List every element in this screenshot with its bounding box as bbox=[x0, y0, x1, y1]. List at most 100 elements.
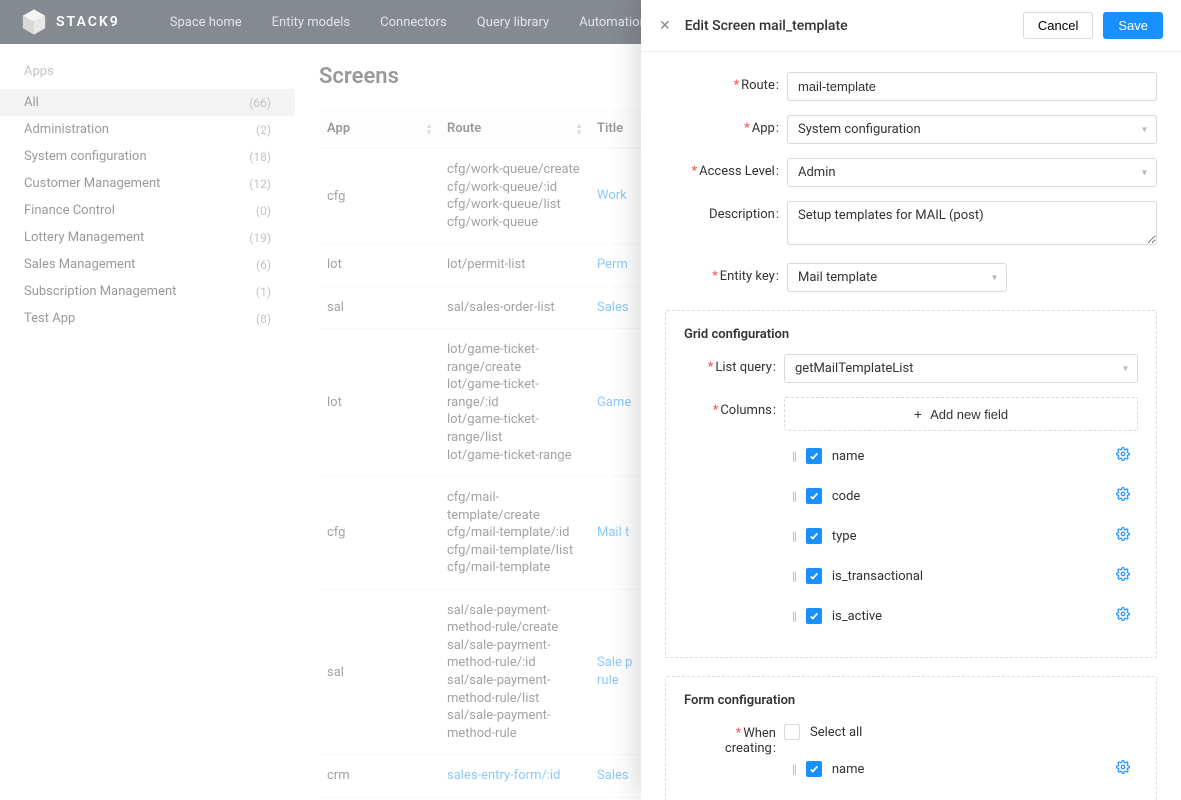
cell-route: sal/sale-payment-method-rule/createsal/s… bbox=[439, 589, 589, 754]
sidebar-item[interactable]: All(66) bbox=[0, 89, 295, 116]
entity-select[interactable]: Mail template bbox=[787, 263, 1007, 292]
sidebar-item[interactable]: System configuration (18) bbox=[0, 143, 295, 170]
route-input[interactable] bbox=[787, 72, 1157, 101]
sidebar-item-count: (19) bbox=[249, 231, 271, 245]
column-field-item[interactable]: || code bbox=[784, 479, 1138, 513]
field-name-label: type bbox=[832, 529, 1116, 544]
gear-icon[interactable] bbox=[1116, 487, 1130, 505]
sidebar: Apps All(66)Administration(2)System conf… bbox=[0, 44, 295, 800]
logo-text: STACK9 bbox=[56, 14, 120, 30]
nav-item[interactable]: Connectors bbox=[380, 15, 447, 30]
logo: STACK9 bbox=[20, 8, 120, 36]
field-name-label: is_transactional bbox=[832, 569, 1116, 584]
gear-icon[interactable] bbox=[1116, 760, 1130, 778]
drag-handle-icon[interactable]: || bbox=[792, 569, 796, 583]
field-checkbox[interactable] bbox=[806, 488, 822, 504]
sidebar-item[interactable]: Subscription Management(1) bbox=[0, 278, 295, 305]
cell-app: cfg bbox=[319, 149, 439, 244]
when-creating-label: *When creating bbox=[684, 720, 784, 756]
column-field-item[interactable]: ||code bbox=[784, 792, 1138, 800]
field-checkbox[interactable] bbox=[806, 608, 822, 624]
column-field-item[interactable]: || name bbox=[784, 752, 1138, 786]
drag-handle-icon[interactable]: || bbox=[792, 489, 796, 503]
add-field-button[interactable]: + Add new field bbox=[784, 397, 1138, 431]
col-header-route[interactable]: Route ▲▼ bbox=[439, 109, 589, 149]
save-button[interactable]: Save bbox=[1103, 12, 1163, 39]
sidebar-item-count: (2) bbox=[256, 123, 271, 137]
sidebar-item-count: (18) bbox=[249, 150, 271, 164]
drag-handle-icon[interactable]: || bbox=[792, 529, 796, 543]
sidebar-item-label: Test App bbox=[24, 311, 75, 326]
logo-cube-icon bbox=[20, 8, 48, 36]
sidebar-item-label: Sales Management bbox=[24, 257, 135, 272]
sidebar-item-label: All bbox=[24, 95, 39, 110]
sidebar-item[interactable]: Finance Control(0) bbox=[0, 197, 295, 224]
drag-handle-icon[interactable]: || bbox=[792, 609, 796, 623]
app-select[interactable]: System configuration bbox=[787, 115, 1157, 144]
gear-icon[interactable] bbox=[1116, 447, 1130, 465]
gear-icon[interactable] bbox=[1116, 607, 1130, 625]
form-config-section: Form configuration *When creating Select… bbox=[665, 676, 1157, 800]
gear-icon[interactable] bbox=[1116, 567, 1130, 585]
edit-drawer: ✕ Edit Screen mail_template Cancel Save … bbox=[641, 0, 1181, 800]
select-all-checkbox[interactable] bbox=[784, 724, 800, 740]
column-field-item[interactable]: || type bbox=[784, 519, 1138, 553]
sidebar-item-count: (8) bbox=[256, 312, 271, 326]
sidebar-item-label: System configuration bbox=[24, 149, 147, 164]
sidebar-item[interactable]: Sales Management(6) bbox=[0, 251, 295, 278]
drawer-header: ✕ Edit Screen mail_template Cancel Save bbox=[641, 0, 1181, 52]
sidebar-item-count: (12) bbox=[249, 177, 271, 191]
nav-item[interactable]: Space home bbox=[170, 15, 242, 30]
access-label: *Access Level bbox=[665, 158, 787, 179]
field-checkbox[interactable] bbox=[806, 761, 822, 777]
cell-route: cfg/mail-template/createcfg/mail-templat… bbox=[439, 477, 589, 590]
grid-config-section: Grid configuration *List query getMailTe… bbox=[665, 310, 1157, 658]
access-select[interactable]: Admin bbox=[787, 158, 1157, 187]
sidebar-item[interactable]: Lottery Management (19) bbox=[0, 224, 295, 251]
description-textarea[interactable]: Setup templates for MAIL (post) bbox=[787, 201, 1157, 245]
sidebar-item-count: (0) bbox=[256, 204, 271, 218]
cancel-button[interactable]: Cancel bbox=[1023, 12, 1093, 39]
cell-app: lot bbox=[319, 329, 439, 477]
drag-handle-icon[interactable]: || bbox=[792, 762, 796, 776]
form-config-title: Form configuration bbox=[684, 693, 1138, 708]
gear-icon[interactable] bbox=[1116, 527, 1130, 545]
list-query-label: *List query bbox=[684, 354, 784, 375]
field-checkbox[interactable] bbox=[806, 528, 822, 544]
nav-items: Space home Entity models Connectors Query l… bbox=[170, 15, 654, 30]
sidebar-item[interactable]: Customer Management (12) bbox=[0, 170, 295, 197]
column-field-item[interactable]: || is_transactional bbox=[784, 559, 1138, 593]
nav-item[interactable]: Entity models bbox=[272, 15, 351, 30]
field-name-label: code bbox=[832, 489, 1116, 504]
drawer-body[interactable]: *Route *App System configuration ▾ *Acce… bbox=[641, 52, 1181, 800]
nav-item[interactable]: Query library bbox=[477, 15, 549, 30]
sidebar-item[interactable]: Administration (2) bbox=[0, 116, 295, 143]
sidebar-item[interactable]: Test App (8) bbox=[0, 305, 295, 332]
col-header-app[interactable]: App ▲▼ bbox=[319, 109, 439, 149]
field-checkbox[interactable] bbox=[806, 568, 822, 584]
sort-icon[interactable]: ▲▼ bbox=[575, 122, 583, 136]
close-icon[interactable]: ✕ bbox=[659, 18, 671, 34]
cell-app: cfg bbox=[319, 477, 439, 590]
sidebar-item-label: Administration bbox=[24, 122, 109, 137]
field-name-label: name bbox=[832, 449, 1116, 464]
description-label: Description bbox=[665, 201, 787, 222]
column-field-item[interactable]: ||is_active bbox=[784, 599, 1138, 633]
field-name-label: name bbox=[832, 762, 1116, 777]
field-checkbox[interactable] bbox=[806, 448, 822, 464]
list-query-select[interactable]: getMailTemplateList bbox=[784, 354, 1138, 383]
add-field-label: Add new field bbox=[930, 407, 1008, 422]
sidebar-item-label: Lottery Management bbox=[24, 230, 144, 245]
sidebar-item-label: Customer Management bbox=[24, 176, 160, 191]
cell-route: sal/sales-order-list bbox=[439, 286, 589, 329]
cell-route: lot/permit-list bbox=[439, 244, 589, 287]
app-label: *App bbox=[665, 115, 787, 136]
route-label: *Route bbox=[665, 72, 787, 93]
drag-handle-icon[interactable]: || bbox=[792, 449, 796, 463]
sidebar-item-count: (1) bbox=[256, 285, 271, 299]
cell-route: sales-entry-form/:id bbox=[439, 755, 589, 798]
column-field-item[interactable]: || name bbox=[784, 439, 1138, 473]
drawer-title: Edit Screen mail_template bbox=[685, 18, 1023, 34]
cell-app: sal bbox=[319, 589, 439, 754]
sort-icon[interactable]: ▲▼ bbox=[425, 122, 433, 136]
